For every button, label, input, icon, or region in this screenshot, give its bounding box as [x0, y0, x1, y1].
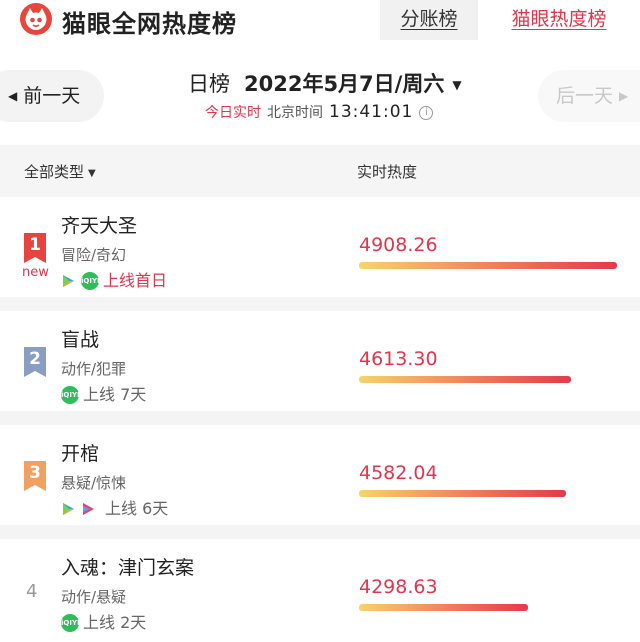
- header: 猫眼全网热度榜 分账榜 猫眼热度榜: [0, 0, 640, 40]
- date-selector[interactable]: 日榜 2022年5月7日/周六 ▼: [188, 68, 462, 98]
- heat-column-header: 实时热度: [357, 163, 418, 181]
- info-icon[interactable]: i: [419, 106, 434, 120]
- release-info: iQIYI 上线 7天: [61, 384, 146, 406]
- next-day-label: 后一天: [556, 85, 614, 107]
- tencent-video-icon: [63, 502, 74, 515]
- iqiyi-icon: iQIYI: [61, 613, 80, 632]
- rank-number: 2: [29, 349, 41, 369]
- iqiyi-icon: iQIYI: [61, 385, 80, 404]
- movie-title: 入魂：津门玄案: [61, 557, 195, 579]
- release-info: iQIYI 上线首日: [61, 270, 167, 292]
- list-item[interactable]: 2 盲战 动作/犯罪 iQIYI 上线 7天 4613.30: [0, 311, 640, 411]
- heat-value: 4613.30: [359, 348, 438, 370]
- movie-genre: 冒险/奇幻: [61, 246, 127, 264]
- iqiyi-icon: iQIYI: [81, 271, 100, 290]
- release-label: 上线 7天: [83, 385, 147, 404]
- heat-value: 4908.26: [359, 234, 438, 256]
- brand-title: 猫眼全网热度榜: [62, 10, 237, 38]
- type-filter-label: 全部类型: [24, 163, 85, 181]
- clock-time: 13:41:01: [329, 102, 414, 122]
- rank-number: 4: [26, 581, 38, 602]
- rank-number: 3: [29, 463, 41, 483]
- movie-title: 盲战: [61, 329, 100, 351]
- heat-bar: [359, 604, 528, 611]
- timezone-label: 北京时间: [267, 105, 323, 121]
- list-item[interactable]: 1 new 齐天大圣 冒险/奇幻 iQIYI 上线首日 4908.26: [0, 197, 640, 297]
- release-label: 上线 6天: [105, 499, 169, 518]
- release-label: 上线首日: [103, 271, 168, 290]
- arrow-right-icon: ▶: [619, 89, 629, 103]
- maoyan-logo-icon: [20, 3, 52, 35]
- date-value: 2022年5月7日/周六: [244, 72, 445, 96]
- heat-bar: [359, 376, 571, 383]
- rank-number: 1: [29, 235, 41, 255]
- list-item[interactable]: 4 入魂：津门玄案 动作/悬疑 iQIYI 上线 2天 4298.63: [0, 539, 640, 639]
- column-header-row: 全部类型 ▼ 实时热度: [0, 145, 640, 197]
- live-label: 今日实时: [205, 105, 261, 121]
- release-info: 上线 6天: [61, 498, 168, 520]
- movie-genre: 动作/悬疑: [61, 588, 127, 606]
- release-label: 上线 2天: [83, 613, 147, 632]
- heat-value: 4582.04: [359, 462, 438, 484]
- movie-title: 开棺: [61, 443, 100, 465]
- board-period-label: 日榜: [188, 72, 230, 96]
- caret-down-icon: ▼: [452, 78, 462, 92]
- realtime-clock: 今日实时 北京时间 13:41:01 i: [205, 102, 434, 122]
- release-info: iQIYI 上线 2天: [61, 612, 146, 634]
- prev-day-button[interactable]: ◀ 前一天: [0, 70, 104, 122]
- board-tabs: 分账榜 猫眼热度榜: [380, 0, 640, 40]
- caret-down-icon: ▼: [88, 168, 96, 179]
- rank-badge: 3: [24, 461, 46, 491]
- tab-heat-board[interactable]: 猫眼热度榜: [478, 0, 640, 40]
- heat-bar: [359, 262, 617, 269]
- next-day-button[interactable]: 后一天 ▶: [538, 70, 640, 122]
- youku-icon: [83, 502, 94, 515]
- row-divider: [0, 411, 640, 425]
- type-filter-dropdown[interactable]: 全部类型 ▼: [24, 161, 96, 182]
- list-item[interactable]: 3 开棺 悬疑/惊悚 上线 6天 4582.04: [0, 425, 640, 525]
- movie-genre: 动作/犯罪: [61, 360, 127, 378]
- heat-value: 4298.63: [359, 576, 438, 598]
- row-divider: [0, 525, 640, 539]
- prev-day-label: 前一天: [23, 85, 81, 107]
- movie-title: 齐天大圣: [61, 215, 138, 237]
- arrow-left-icon: ◀: [8, 89, 18, 103]
- new-badge: new: [22, 265, 49, 280]
- row-divider: [0, 297, 640, 311]
- rank-badge: 2: [24, 347, 46, 377]
- tencent-video-icon: [63, 274, 74, 287]
- tab-revenue-board[interactable]: 分账榜: [380, 0, 478, 40]
- heat-bar: [359, 490, 566, 497]
- movie-genre: 悬疑/惊悚: [61, 474, 127, 492]
- rank-badge: 1: [24, 233, 46, 263]
